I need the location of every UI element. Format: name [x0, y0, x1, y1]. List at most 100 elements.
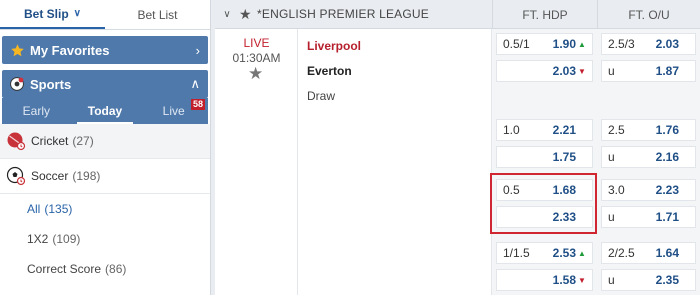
odds-price[interactable]: 2.03 ▼ — [553, 64, 586, 78]
tab-early[interactable]: Early — [2, 98, 71, 124]
league-title: *ENGLISH PREMIER LEAGUE — [257, 7, 429, 21]
column-header-ft-ou: FT. O/U — [597, 0, 700, 29]
ou-odds-cell[interactable]: 2.5 1.76 — [601, 119, 696, 141]
odds-price-value: 2.33 — [552, 210, 576, 224]
odds-price[interactable]: 2.16 — [656, 150, 689, 164]
odds-price[interactable]: 1.68 — [553, 183, 586, 197]
odds-price[interactable]: 2.35 — [656, 273, 689, 287]
tab-today[interactable]: Today — [71, 98, 140, 124]
odds-line: u — [608, 273, 615, 287]
odds-price[interactable]: 1.75 — [553, 150, 586, 164]
match-time-cell: LIVE 01:30AM ★ — [215, 29, 298, 295]
ou-odds-cell[interactable]: 2/2.5 1.64 — [601, 242, 696, 264]
odds-price[interactable]: 2.33 — [553, 210, 586, 224]
chevron-down-icon[interactable]: ∨ — [215, 9, 239, 20]
ft-hdp-column: 0.5/1 1.90 ▲ 2.03 ▼ 1.0 2.21 1.75 0.5 1.68 2.33 1/1… — [492, 29, 597, 295]
ou-odds-cell[interactable]: u 1.87 — [601, 60, 696, 82]
odds-price[interactable]: 2.23 — [656, 183, 689, 197]
odds-price[interactable]: 1.87 — [656, 64, 689, 78]
odds-line: 0.5 — [503, 183, 520, 197]
cricket-ball-icon — [6, 131, 26, 151]
odds-price[interactable]: 2.03 — [656, 37, 689, 51]
sub-count: (135) — [44, 202, 73, 216]
soccer-sub-all[interactable]: All (135) — [0, 194, 210, 224]
tab-early-label: Early — [22, 104, 50, 118]
odds-price[interactable]: 1.64 — [656, 246, 689, 260]
odds-price[interactable]: 2.21 — [553, 123, 586, 137]
time-tabs: Early Today Live 58 — [2, 98, 208, 124]
odds-price[interactable]: 1.71 — [656, 210, 689, 224]
sport-item-soccer[interactable]: Soccer (198) — [0, 159, 210, 194]
odds-price-value: 2.23 — [655, 183, 679, 197]
ou-odds-cell[interactable]: u 2.16 — [601, 146, 696, 168]
sport-count: (198) — [72, 169, 101, 183]
sport-name: Soccer — [31, 169, 69, 183]
odds-line: u — [608, 150, 615, 164]
odds-price-value: 2.53 — [552, 246, 576, 260]
odds-price-value: 1.90 — [552, 37, 576, 51]
tab-bet-slip-label: Bet Slip — [24, 6, 69, 21]
sports-label: Sports — [30, 76, 72, 92]
star-icon[interactable]: ★ — [239, 6, 257, 23]
odds-line: u — [608, 210, 615, 224]
star-icon[interactable]: ★ — [248, 64, 263, 84]
away-team: Everton — [307, 64, 352, 78]
arrow-down-icon: ▼ — [578, 275, 586, 285]
odds-line: 3.0 — [608, 183, 625, 197]
home-team: Liverpool — [307, 39, 362, 53]
odds-line: 1.0 — [503, 123, 520, 137]
ou-odds-cell[interactable]: 2.5/3 2.03 — [601, 33, 696, 55]
sub-name: Correct Score — [27, 262, 102, 276]
league-header: ∨ ★ *ENGLISH PREMIER LEAGUE FT. HDP FT. … — [215, 0, 700, 29]
sport-name: Cricket — [31, 134, 69, 148]
odds-price[interactable]: 1.58 ▼ — [553, 273, 586, 287]
live-count-badge: 58 — [191, 99, 206, 110]
arrow-up-icon: ▲ — [578, 39, 586, 49]
sports-header[interactable]: Sports ∧ — [2, 70, 208, 98]
odds-line: 0.5/1 — [503, 37, 530, 51]
sport-item-cricket[interactable]: Cricket (27) — [0, 124, 210, 159]
hdp-odds-cell[interactable]: 0.5 1.68 — [496, 179, 593, 201]
ou-odds-cell[interactable]: u 1.71 — [601, 206, 696, 228]
odds-price[interactable]: 1.90 ▲ — [553, 37, 586, 51]
hdp-odds-cell[interactable]: 2.03 ▼ — [496, 60, 593, 82]
betslip-tabs: Bet Slip ∨ Bet List — [0, 0, 210, 30]
arrow-up-icon: ▲ — [578, 248, 586, 258]
ou-odds-cell[interactable]: 3.0 2.23 — [601, 179, 696, 201]
odds-price-value: 1.58 — [552, 273, 576, 287]
match-time: 01:30AM — [232, 51, 281, 65]
sub-name: 1X2 — [27, 232, 49, 246]
sub-count: (86) — [105, 262, 127, 276]
odds-price[interactable]: 2.53 ▲ — [553, 246, 586, 260]
tab-bet-slip[interactable]: Bet Slip ∨ — [0, 0, 105, 29]
live-label: LIVE — [243, 36, 270, 50]
odds-price-value: 2.21 — [552, 123, 576, 137]
tab-bet-list[interactable]: Bet List — [105, 0, 210, 29]
tab-today-label: Today — [87, 104, 123, 118]
hdp-odds-cell[interactable]: 1.75 — [496, 146, 593, 168]
tab-live[interactable]: Live 58 — [139, 98, 208, 124]
match-row: LIVE 01:30AM ★ Liverpool Everton Draw 0.… — [215, 29, 700, 295]
hdp-odds-cell[interactable]: 1.0 2.21 — [496, 119, 593, 141]
odds-price-value: 1.64 — [655, 246, 679, 260]
hdp-odds-cell[interactable]: 0.5/1 1.90 ▲ — [496, 33, 593, 55]
my-favorites-label: My Favorites — [30, 42, 110, 58]
hdp-odds-cell[interactable]: 2.33 — [496, 206, 593, 228]
my-favorites-button[interactable]: My Favorites › — [2, 36, 208, 64]
odds-price-value: 1.75 — [552, 150, 576, 164]
odds-line: 2.5/3 — [608, 37, 635, 51]
chevron-down-icon: ∨ — [73, 8, 81, 19]
odds-price[interactable]: 1.76 — [656, 123, 689, 137]
soccer-ball-icon — [6, 166, 26, 186]
star-icon — [8, 43, 26, 58]
odds-price-value: 1.71 — [655, 210, 679, 224]
odds-line: 2.5 — [608, 123, 625, 137]
ou-odds-cell[interactable]: u 2.35 — [601, 269, 696, 291]
hdp-odds-cell[interactable]: 1.58 ▼ — [496, 269, 593, 291]
hdp-odds-cell[interactable]: 1/1.5 2.53 ▲ — [496, 242, 593, 264]
sub-name: All — [27, 202, 41, 216]
teams-cell: Liverpool Everton Draw — [298, 29, 492, 295]
sport-count: (27) — [72, 134, 94, 148]
soccer-sub-1x2[interactable]: 1X2 (109) — [0, 224, 210, 254]
soccer-sub-correct-score[interactable]: Correct Score (86) — [0, 254, 210, 284]
